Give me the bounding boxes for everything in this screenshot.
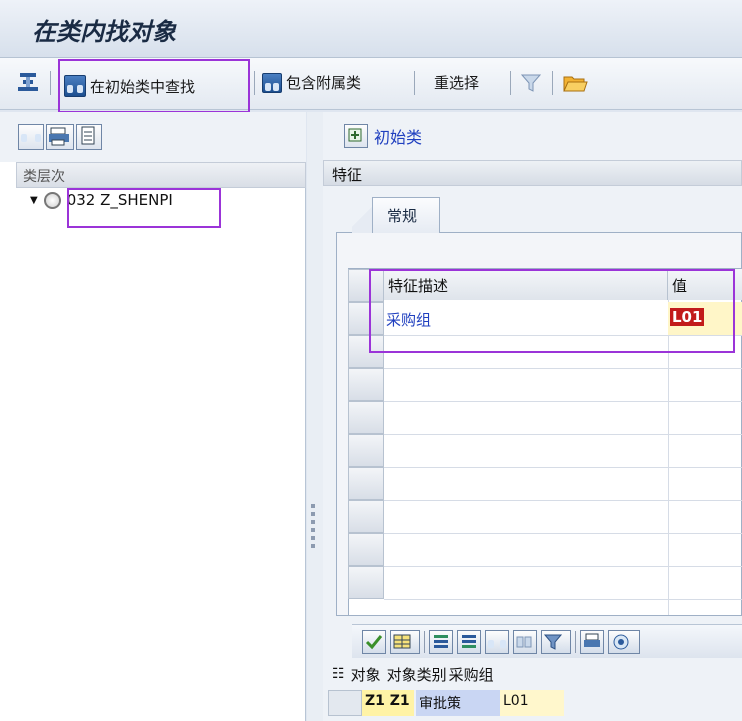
find-next-icon[interactable] xyxy=(513,630,537,654)
table-row-selector[interactable] xyxy=(348,533,384,566)
toolbar-separator xyxy=(254,71,255,95)
document-icon[interactable] xyxy=(76,124,102,150)
hierarchy-header: 类层次 xyxy=(16,162,306,188)
row-selector[interactable] xyxy=(328,690,362,716)
toolbar-separator xyxy=(424,631,425,653)
table-highlight xyxy=(369,269,735,353)
splitter-grip xyxy=(311,528,315,532)
result-purchasing-group-cell[interactable]: L01 xyxy=(500,690,564,716)
result-column-category[interactable]: 对象类别 xyxy=(387,664,447,685)
table-row-selector[interactable] xyxy=(348,434,384,467)
sort-descending-icon[interactable] xyxy=(457,630,481,654)
class-icon xyxy=(344,124,368,148)
select-all-icon[interactable]: ☷ xyxy=(332,666,345,682)
find-in-initial-class-button[interactable]: 在初始类中查找 xyxy=(58,59,250,113)
left-toolbar-buttons xyxy=(18,124,102,150)
toolbar-separator xyxy=(50,71,51,95)
grid-line xyxy=(384,533,742,534)
result-category-cell[interactable]: 审批策 xyxy=(416,690,500,716)
print-icon[interactable] xyxy=(580,630,604,654)
print-icon[interactable] xyxy=(46,124,74,150)
splitter-grip xyxy=(311,536,315,540)
find-icon[interactable] xyxy=(485,630,509,654)
check-icon[interactable] xyxy=(362,630,386,654)
result-column-object[interactable]: 对象 xyxy=(351,664,381,685)
grid-line xyxy=(384,368,742,369)
grid-line xyxy=(384,467,742,468)
toolbar-separator xyxy=(510,71,511,95)
splitter-grip xyxy=(311,520,315,524)
table-row-selector[interactable] xyxy=(348,401,384,434)
reselect-button[interactable]: 重选择 xyxy=(434,72,479,93)
table-row-selector[interactable] xyxy=(348,368,384,401)
initial-class-link[interactable]: 初始类 xyxy=(344,124,422,148)
class-status-icon xyxy=(43,191,61,209)
include-subclasses-label: 包含附属类 xyxy=(286,74,362,92)
table-row-selector[interactable] xyxy=(348,566,384,599)
selection-highlight xyxy=(67,188,221,228)
hierarchy-icon[interactable] xyxy=(16,70,40,96)
filter-icon[interactable] xyxy=(541,630,571,654)
open-folder-icon[interactable] xyxy=(562,71,588,95)
table-layout-icon[interactable] xyxy=(390,630,420,654)
result-column-purchasing-group[interactable]: 采购组 xyxy=(449,664,494,685)
include-subclasses-button[interactable]: 包含附属类 xyxy=(262,72,361,93)
view-icon[interactable] xyxy=(608,630,640,654)
toolbar-separator xyxy=(575,631,576,653)
table-row-selector[interactable] xyxy=(348,467,384,500)
binoculars-icon xyxy=(64,75,86,97)
find-in-initial-class-label: 在初始类中查找 xyxy=(90,77,196,96)
toolbar-separator xyxy=(414,71,415,95)
grid-line xyxy=(384,500,742,501)
splitter-grip xyxy=(311,504,315,508)
pane-splitter[interactable] xyxy=(307,112,323,721)
splitter-grip xyxy=(311,544,315,548)
result-object-cell[interactable]: Z1 Z1 xyxy=(362,690,414,716)
expand-triangle-icon[interactable]: ▼ xyxy=(30,195,38,206)
initial-class-label: 初始类 xyxy=(374,128,423,147)
binoculars-bracket-icon xyxy=(262,72,282,93)
page-title: 在类内找对象 xyxy=(32,18,176,46)
tab-general[interactable]: 常规 xyxy=(372,197,440,233)
grid-line xyxy=(384,599,742,600)
result-toolbar-buttons xyxy=(362,630,640,654)
sort-ascending-icon[interactable] xyxy=(429,630,453,654)
filter-icon[interactable] xyxy=(520,73,542,93)
grid-line xyxy=(384,566,742,567)
characteristics-header: 特征 xyxy=(323,160,742,186)
tab-edge xyxy=(352,198,374,233)
result-row[interactable]: Z1 Z1 审批策 L01 xyxy=(326,690,742,716)
grid-line xyxy=(384,434,742,435)
splitter-grip xyxy=(311,512,315,516)
result-header: ☷ 对象 对象类别 采购组 xyxy=(326,660,742,688)
table-row-selector[interactable] xyxy=(348,500,384,533)
grid-line xyxy=(384,401,742,402)
reselect-label: 重选择 xyxy=(434,74,480,92)
find-icon[interactable] xyxy=(18,124,44,150)
toolbar-separator xyxy=(552,71,553,95)
